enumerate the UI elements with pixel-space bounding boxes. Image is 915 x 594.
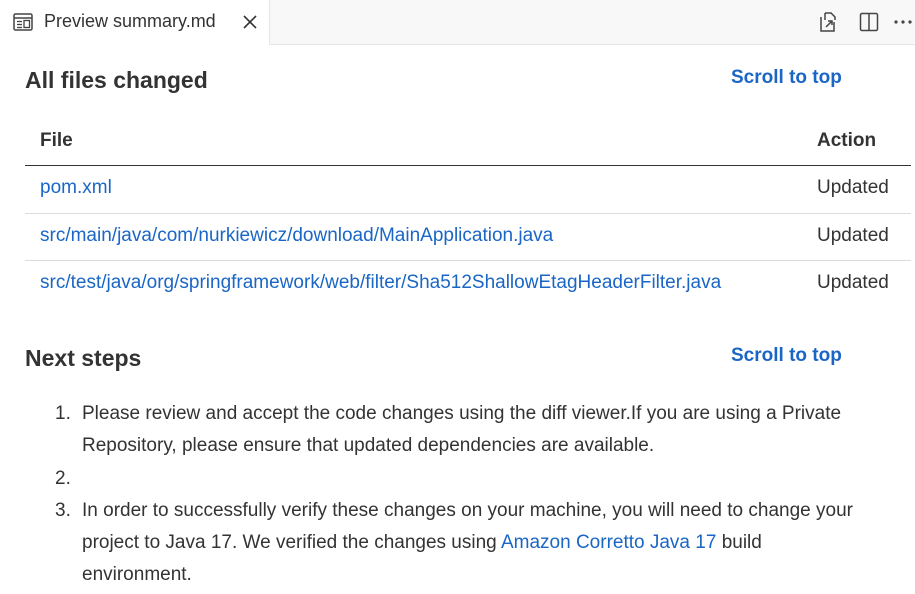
markdown-preview-icon <box>13 13 33 31</box>
table-row: pom.xml Updated <box>25 166 911 214</box>
scroll-to-top-link[interactable]: Scroll to top <box>731 345 842 367</box>
file-link[interactable]: pom.xml <box>40 177 112 199</box>
list-number: 3. <box>55 499 71 521</box>
file-link[interactable]: src/main/java/com/nurkiewicz/download/Ma… <box>40 225 553 247</box>
column-header-action: Action <box>817 130 877 151</box>
close-icon[interactable] <box>240 12 260 32</box>
list-item: 2. <box>55 463 875 495</box>
action-cell: Updated <box>817 177 889 198</box>
tab-preview-summary[interactable]: Preview summary.md <box>0 0 270 45</box>
list-number: 1. <box>55 403 71 424</box>
list-number: 2. <box>55 467 71 489</box>
column-header-file: File <box>40 130 73 151</box>
list-item: 3. In order to successfully verify these… <box>55 495 875 592</box>
list-item: 1. Please review and accept the code cha… <box>55 398 875 463</box>
tab-label: Preview summary.md <box>44 11 216 31</box>
open-source-icon[interactable] <box>816 10 840 34</box>
step-text: Please review and accept the code change… <box>82 403 842 457</box>
table-row: src/main/java/com/nurkiewicz/download/Ma… <box>25 214 911 261</box>
file-link[interactable]: src/test/java/org/springframework/web/fi… <box>40 272 721 294</box>
action-cell: Updated <box>817 272 889 293</box>
next-steps-list: 1. Please review and accept the code cha… <box>55 398 875 592</box>
table-row: src/test/java/org/springframework/web/fi… <box>25 261 911 309</box>
next-steps-heading: Next steps <box>25 345 142 371</box>
files-heading: All files changed <box>25 67 208 93</box>
files-table: File Action pom.xml Updated src/main/jav… <box>25 118 911 309</box>
scroll-to-top-link[interactable]: Scroll to top <box>731 67 842 89</box>
editor-tab-bar: Preview summary.md <box>0 0 915 45</box>
amazon-corretto-link[interactable]: Amazon Corretto Java 17 <box>501 532 716 553</box>
more-actions-icon[interactable] <box>891 10 915 34</box>
action-cell: Updated <box>817 224 889 246</box>
table-header: File Action <box>25 118 911 166</box>
split-editor-icon[interactable] <box>857 10 881 34</box>
